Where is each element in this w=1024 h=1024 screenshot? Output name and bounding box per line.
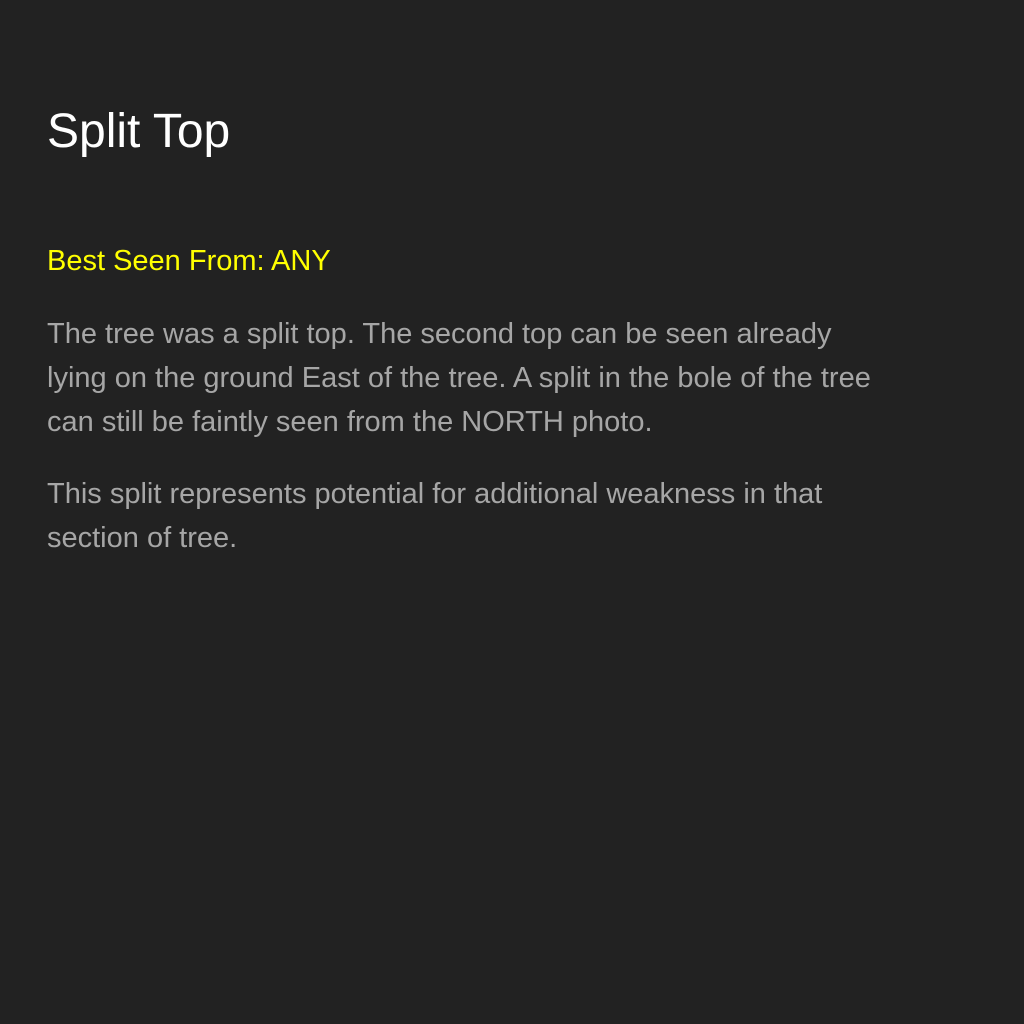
description-paragraph: The tree was a split top. The second top… bbox=[47, 318, 871, 438]
weakness-note-paragraph: This split represents potential for addi… bbox=[47, 478, 823, 554]
best-seen-from-label: Best Seen From: ANY bbox=[47, 245, 331, 277]
slide-page: Split Top Best Seen From: ANY The tree w… bbox=[0, 0, 1024, 1024]
slide-title: Split Top bbox=[47, 105, 231, 158]
